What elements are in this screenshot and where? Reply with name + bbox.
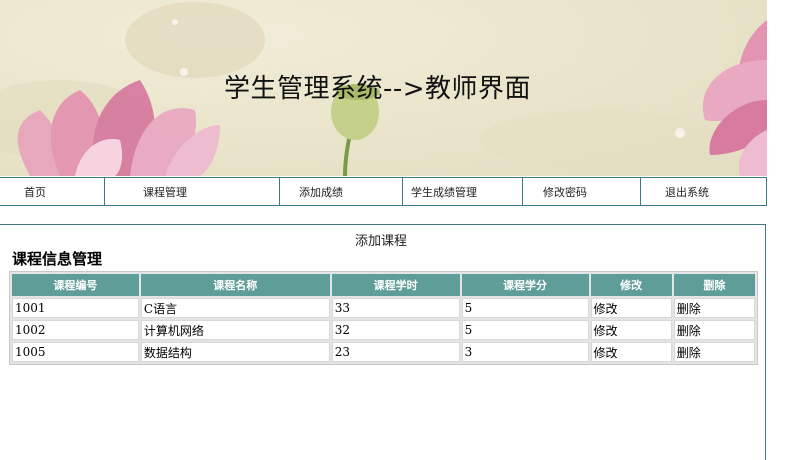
cell-course-hours: 32 bbox=[331, 320, 460, 340]
nav-logout[interactable]: 退出系统 bbox=[641, 178, 766, 205]
nav-student-grade-management[interactable]: 学生成绩管理 bbox=[403, 178, 523, 205]
nav-home-label: 首页 bbox=[24, 185, 46, 199]
col-header-course-credits: 课程学分 bbox=[461, 274, 589, 296]
cell-course-name: 计算机网络 bbox=[140, 320, 330, 340]
col-header-delete: 删除 bbox=[673, 274, 755, 296]
nav-student-grade-management-label: 学生成绩管理 bbox=[411, 185, 477, 199]
add-course-link[interactable]: 添加课程 bbox=[355, 230, 407, 249]
header-banner: 学生管理系统-->教师界面 bbox=[0, 0, 767, 176]
right-lotus bbox=[702, 20, 767, 176]
col-header-course-hours: 课程学时 bbox=[331, 274, 460, 296]
cell-course-credits: 3 bbox=[461, 342, 589, 362]
nav-course-management-label: 课程管理 bbox=[143, 185, 187, 199]
nav-logout-label: 退出系统 bbox=[665, 185, 709, 199]
cell-course-id: 1001 bbox=[12, 298, 139, 318]
edit-link[interactable]: 修改 bbox=[590, 342, 672, 362]
col-header-course-id: 课程编号 bbox=[12, 274, 139, 296]
table-header-row: 课程编号 课程名称 课程学时 课程学分 修改 删除 bbox=[12, 274, 755, 296]
section-title: 课程信息管理 bbox=[12, 250, 103, 268]
edit-link[interactable]: 修改 bbox=[590, 320, 672, 340]
page-title: 学生管理系统-->教师界面 bbox=[224, 74, 532, 104]
delete-link[interactable]: 删除 bbox=[673, 298, 755, 318]
main-content: 添加课程 课程信息管理 课程编号 课程名称 课程学时 课程学分 修改 删除 10… bbox=[0, 224, 766, 460]
cell-course-id: 1002 bbox=[12, 320, 139, 340]
cell-course-credits: 5 bbox=[461, 320, 589, 340]
nav-course-management[interactable]: 课程管理 bbox=[105, 178, 280, 205]
nav-add-grades-label: 添加成绩 bbox=[299, 185, 343, 199]
cell-course-id: 1005 bbox=[12, 342, 139, 362]
nav-add-grades[interactable]: 添加成绩 bbox=[280, 178, 403, 205]
cell-course-name: C语言 bbox=[140, 298, 330, 318]
nav-change-password-label: 修改密码 bbox=[543, 185, 587, 199]
edit-link[interactable]: 修改 bbox=[590, 298, 672, 318]
delete-link[interactable]: 删除 bbox=[673, 320, 755, 340]
cell-course-hours: 33 bbox=[331, 298, 460, 318]
nav-home[interactable]: 首页 bbox=[0, 178, 105, 205]
course-table: 课程编号 课程名称 课程学时 课程学分 修改 删除 1001 C语言 33 5 … bbox=[9, 271, 758, 365]
cell-course-hours: 23 bbox=[331, 342, 460, 362]
col-header-edit: 修改 bbox=[590, 274, 672, 296]
table-row: 1005 数据结构 23 3 修改 删除 bbox=[12, 342, 755, 362]
cell-course-name: 数据结构 bbox=[140, 342, 330, 362]
top-nav: 首页 课程管理 添加成绩 学生成绩管理 修改密码 退出系统 bbox=[0, 177, 767, 206]
table-row: 1002 计算机网络 32 5 修改 删除 bbox=[12, 320, 755, 340]
delete-link[interactable]: 删除 bbox=[673, 342, 755, 362]
nav-change-password[interactable]: 修改密码 bbox=[523, 178, 641, 205]
table-row: 1001 C语言 33 5 修改 删除 bbox=[12, 298, 755, 318]
col-header-course-name: 课程名称 bbox=[140, 274, 330, 296]
cell-course-credits: 5 bbox=[461, 298, 589, 318]
